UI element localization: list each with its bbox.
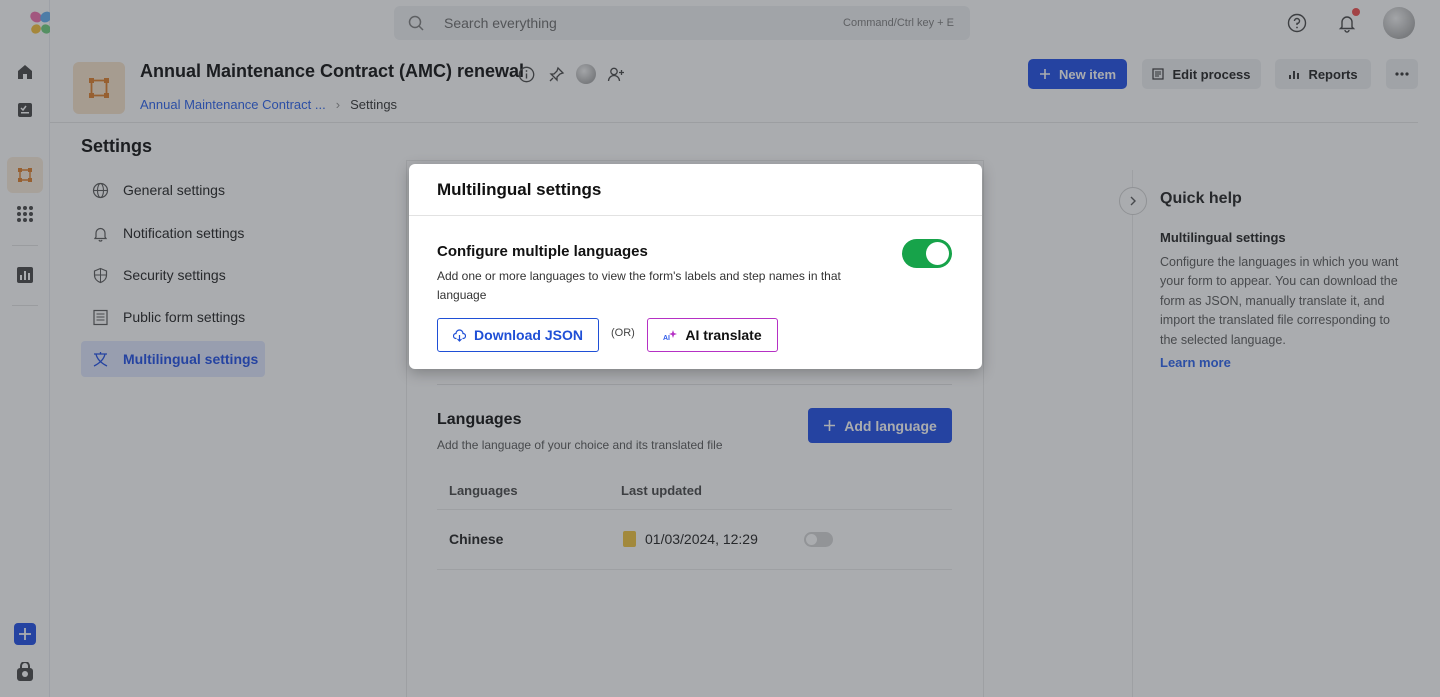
download-json-label: Download JSON bbox=[474, 327, 583, 343]
toggle-knob bbox=[926, 242, 949, 265]
modal-title: Multilingual settings bbox=[437, 180, 602, 199]
ai-translate-button[interactable]: AI AI translate bbox=[647, 318, 778, 352]
configure-languages-description: Add one or more languages to view the fo… bbox=[437, 269, 841, 302]
or-separator: (OR) bbox=[611, 327, 635, 339]
multilingual-toggle[interactable] bbox=[902, 239, 952, 268]
download-json-button[interactable]: Download JSON bbox=[437, 318, 599, 352]
svg-text:AI: AI bbox=[663, 335, 670, 341]
modal-divider bbox=[409, 215, 982, 216]
ai-translate-label: AI translate bbox=[685, 327, 762, 343]
configure-languages-heading: Configure multiple languages bbox=[437, 243, 648, 260]
ai-sparkle-icon: AI bbox=[663, 330, 678, 341]
multilingual-settings-modal: Multilingual settings Configure multiple… bbox=[409, 164, 982, 369]
cloud-download-icon bbox=[453, 328, 467, 342]
